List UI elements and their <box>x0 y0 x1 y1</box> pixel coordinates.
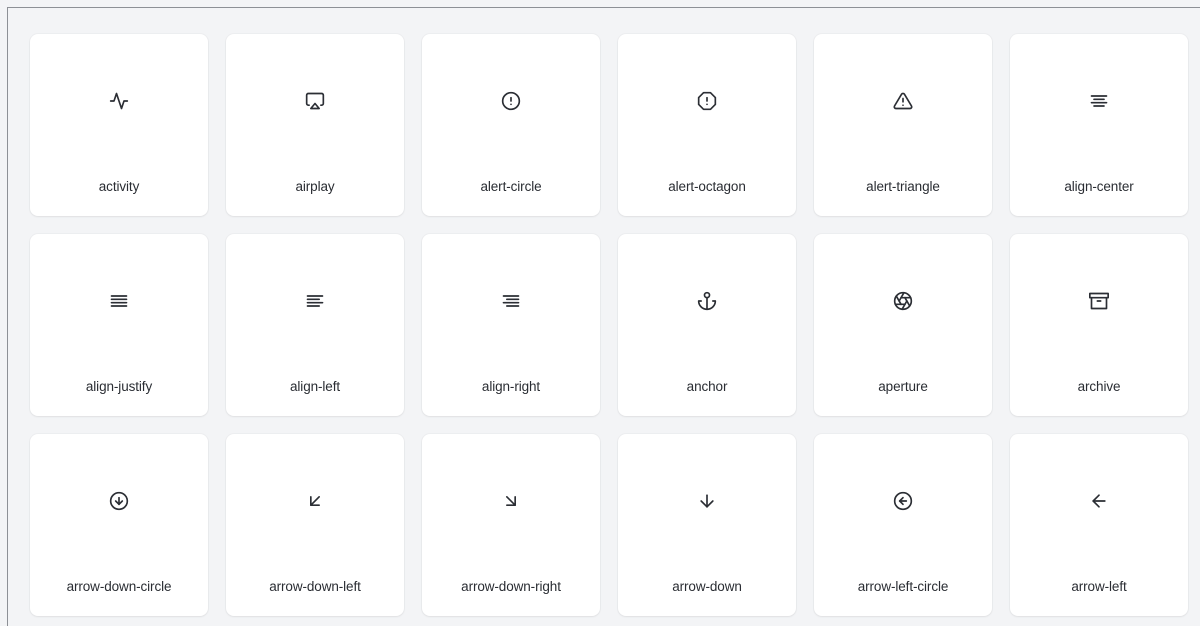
icon-card-align-right[interactable]: align-right <box>422 234 600 416</box>
icon-gallery-frame: activity airplay alert-circle alert-octa… <box>7 7 1200 626</box>
alert-octagon-icon <box>697 91 717 111</box>
icon-card-airplay[interactable]: airplay <box>226 34 404 216</box>
icon-card-label: arrow-down-left <box>269 579 361 594</box>
icon-card-label: aperture <box>878 379 928 394</box>
icon-card-label: align-right <box>481 379 541 394</box>
icon-card-arrow-left[interactable]: arrow-left <box>1010 434 1188 616</box>
icon-grid: activity airplay alert-circle alert-octa… <box>30 34 1188 616</box>
icon-card-label: alert-triangle <box>866 179 940 194</box>
icon-card-label: airplay <box>295 179 335 194</box>
icon-card-label: align-center <box>1064 179 1134 194</box>
icon-card-align-left[interactable]: align-left <box>226 234 404 416</box>
alert-triangle-icon <box>893 91 913 111</box>
icon-card-arrow-down-left[interactable]: arrow-down-left <box>226 434 404 616</box>
icon-card-alert-circle[interactable]: alert-circle <box>422 34 600 216</box>
arrow-down-circle-icon <box>109 491 129 511</box>
icon-card-label: arrow-down-right <box>461 579 561 594</box>
icon-card-arrow-left-circle[interactable]: arrow-left-circle <box>814 434 992 616</box>
align-center-icon <box>1089 91 1109 111</box>
icon-card-label: alert-circle <box>480 179 542 194</box>
icon-card-arrow-down-right[interactable]: arrow-down-right <box>422 434 600 616</box>
icon-card-anchor[interactable]: anchor <box>618 234 796 416</box>
arrow-down-left-icon <box>305 491 325 511</box>
align-right-icon <box>501 291 521 311</box>
icon-card-label: alert-octagon <box>668 179 746 194</box>
icon-card-label: arrow-down <box>672 579 742 594</box>
icon-card-arrow-down-circle[interactable]: arrow-down-circle <box>30 434 208 616</box>
icon-card-label: arrow-left <box>1071 579 1127 594</box>
airplay-icon <box>305 91 325 111</box>
icon-card-activity[interactable]: activity <box>30 34 208 216</box>
aperture-icon <box>893 291 913 311</box>
icon-card-label: align-left <box>289 379 341 394</box>
icon-card-archive[interactable]: archive <box>1010 234 1188 416</box>
arrow-left-icon <box>1089 491 1109 511</box>
icon-card-alert-triangle[interactable]: alert-triangle <box>814 34 992 216</box>
icon-card-label: arrow-left-circle <box>857 579 949 594</box>
arrow-down-right-icon <box>501 491 521 511</box>
align-left-icon <box>305 291 325 311</box>
icon-card-label: anchor <box>686 379 728 394</box>
alert-circle-icon <box>501 91 521 111</box>
icon-card-label: align-justify <box>85 379 153 394</box>
icon-card-label: archive <box>1077 379 1121 394</box>
icon-card-align-justify[interactable]: align-justify <box>30 234 208 416</box>
icon-card-alert-octagon[interactable]: alert-octagon <box>618 34 796 216</box>
icon-card-label: activity <box>98 179 140 194</box>
arrow-down-icon <box>697 491 717 511</box>
activity-icon <box>109 91 129 111</box>
archive-icon <box>1089 291 1109 311</box>
align-justify-icon <box>109 291 129 311</box>
icon-card-aperture[interactable]: aperture <box>814 234 992 416</box>
icon-card-align-center[interactable]: align-center <box>1010 34 1188 216</box>
icon-card-arrow-down[interactable]: arrow-down <box>618 434 796 616</box>
icon-card-label: arrow-down-circle <box>66 579 172 594</box>
arrow-left-circle-icon <box>893 491 913 511</box>
anchor-icon <box>697 291 717 311</box>
